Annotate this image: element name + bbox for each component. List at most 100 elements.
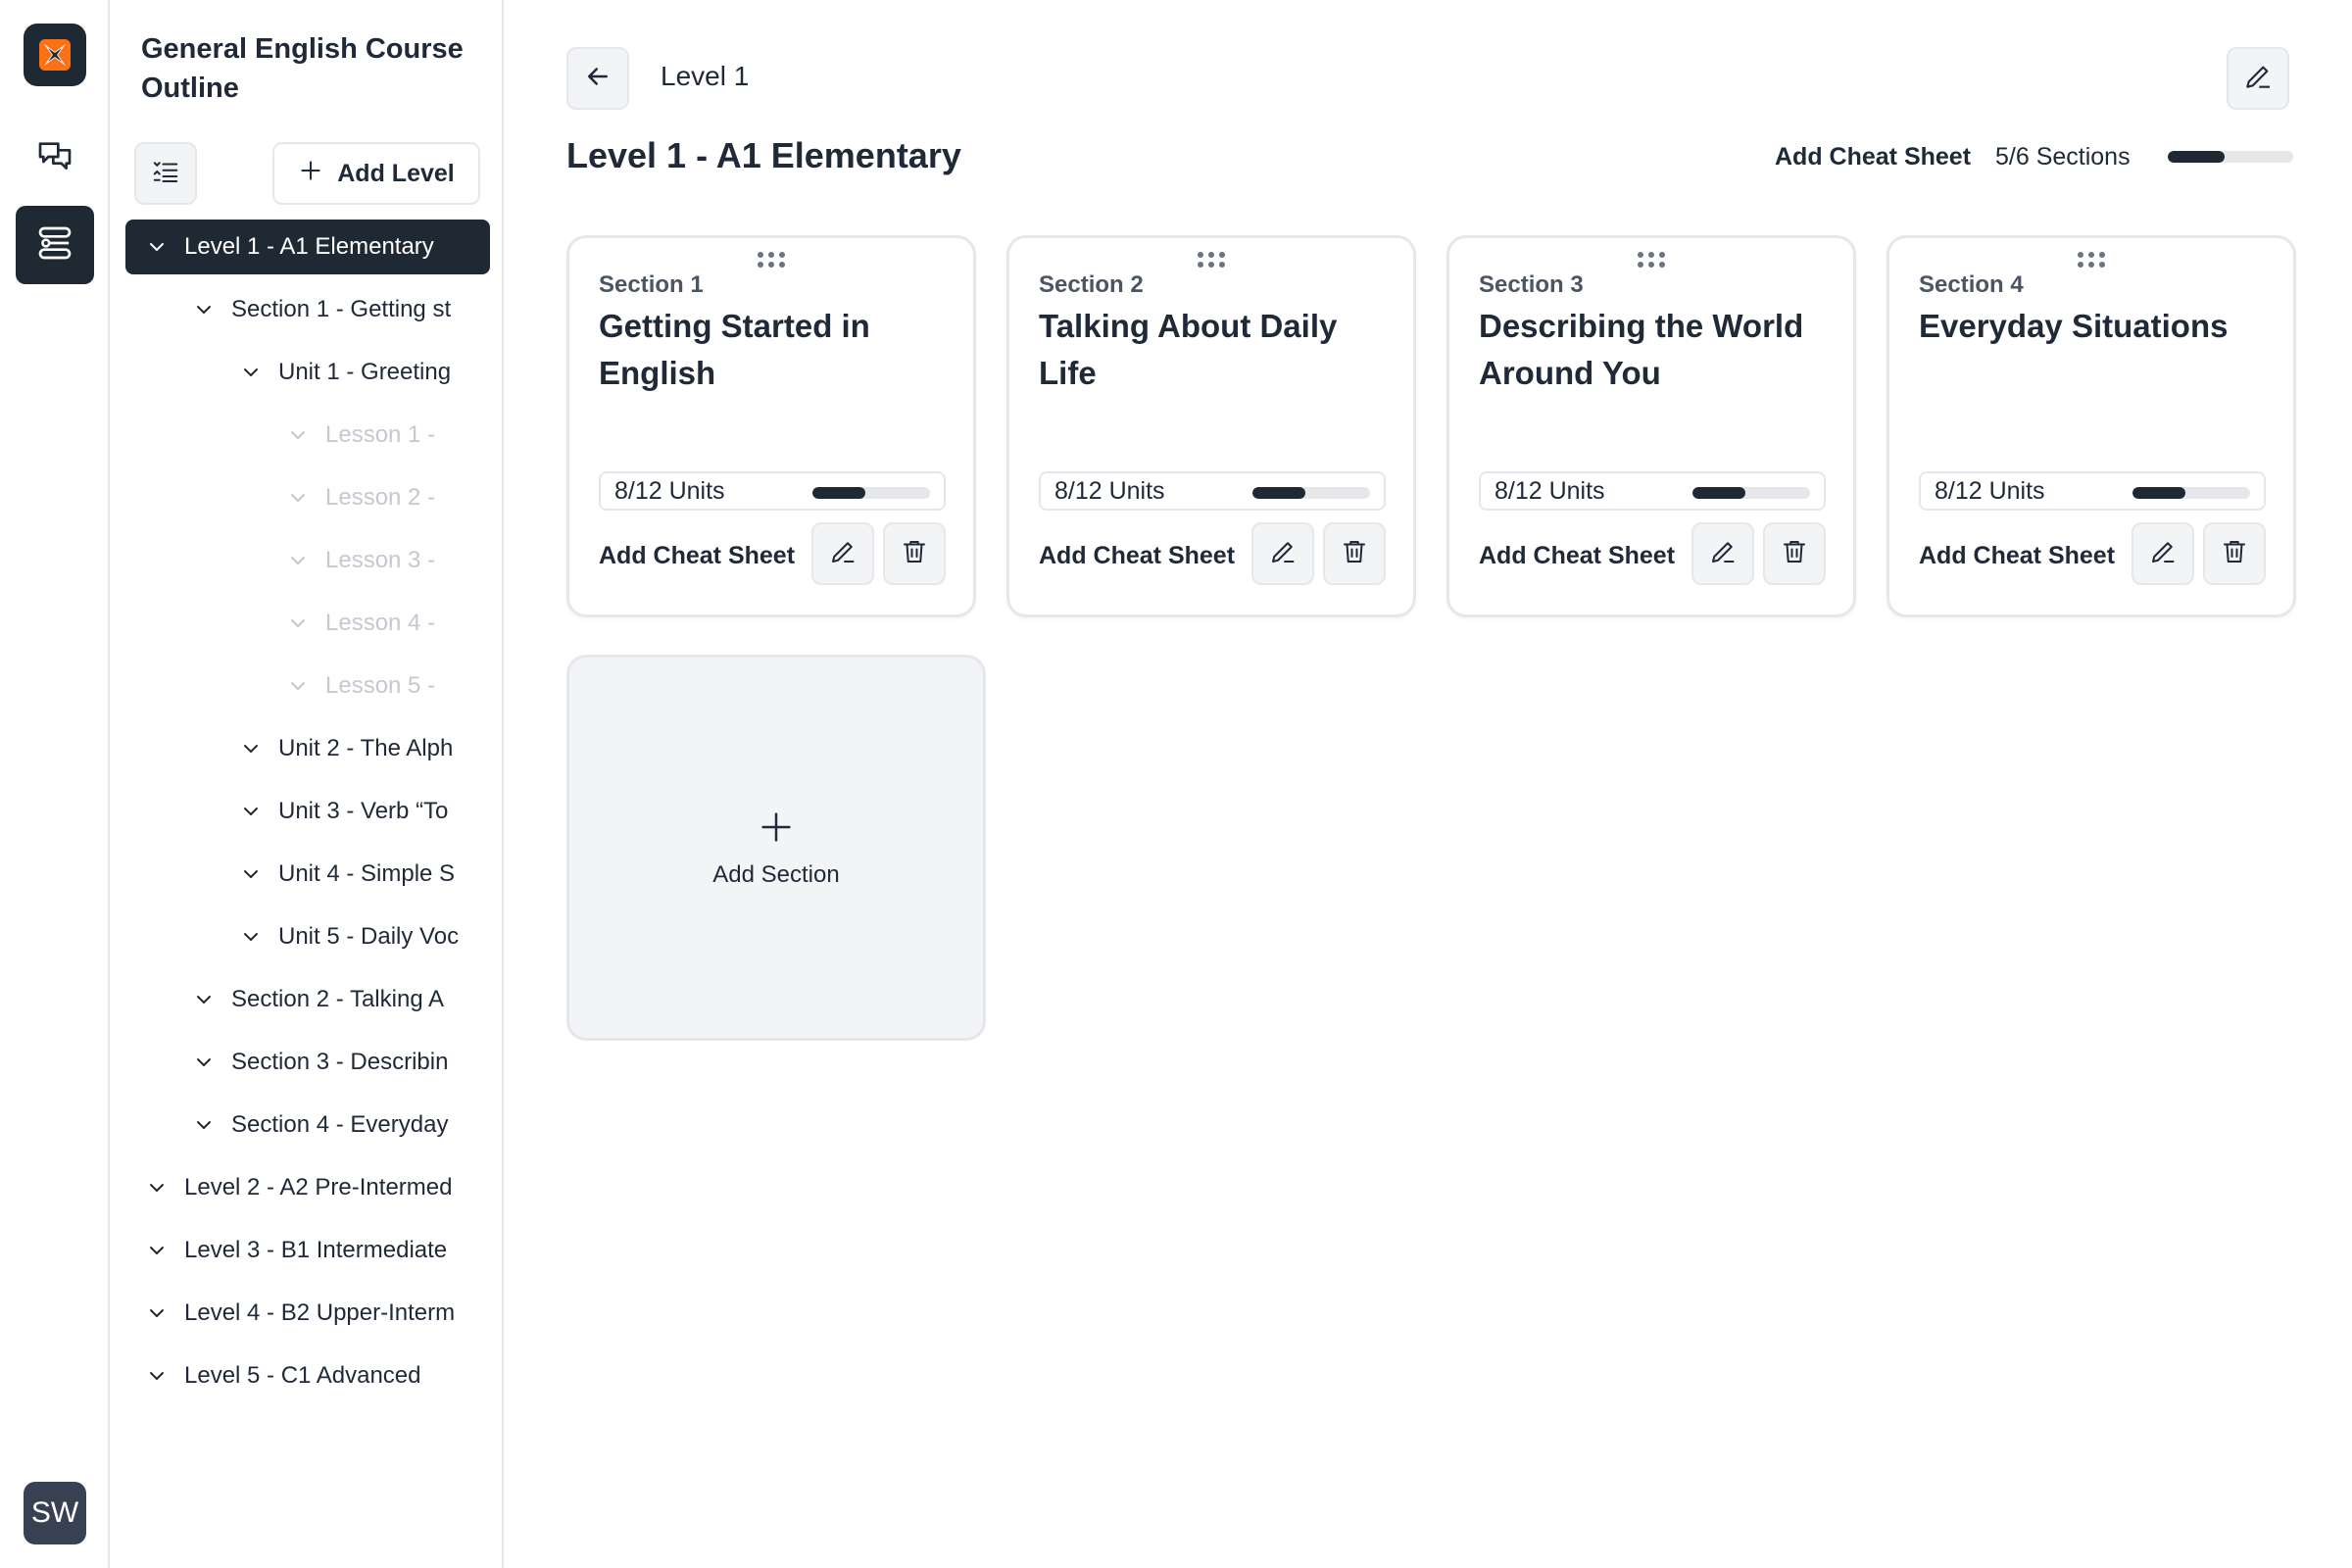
chevron-down-icon[interactable] [239,925,263,949]
add-section-card[interactable]: Add Section [566,655,986,1041]
edit-section-button[interactable] [811,522,874,585]
add-cheat-sheet-link[interactable]: Add Cheat Sheet [599,542,795,570]
tree-item-label: Level 5 - C1 Advanced [184,1362,421,1389]
tree-item-label: Lesson 5 - [325,672,436,699]
tree-item[interactable]: Level 4 - B2 Upper-Interm [125,1286,490,1341]
chevron-down-icon[interactable] [239,800,263,823]
add-level-button[interactable]: Add Level [272,142,480,205]
tree-item[interactable]: Level 5 - C1 Advanced [125,1348,490,1403]
section-card[interactable]: Section 1 Getting Started in English 8/12 … [566,235,976,617]
chevron-down-icon[interactable] [192,298,216,321]
tree-item[interactable]: Level 1 - A1 Elementary [125,220,490,274]
units-progress: 8/12 Units [599,471,946,511]
drag-handle-icon[interactable] [1198,252,1225,268]
chevron-down-icon[interactable] [239,361,263,384]
add-level-label: Add Level [337,159,455,187]
tree-item[interactable]: Section 2 - Talking A [125,972,490,1027]
chevron-down-icon[interactable] [145,1239,169,1262]
tree-item-label: Section 2 - Talking A [231,986,445,1012]
course-nav-button[interactable] [16,206,94,284]
section-title: Getting Started in English [599,308,870,391]
tree-item[interactable]: Unit 5 - Daily Voc [125,909,490,964]
chevron-down-icon[interactable] [192,1051,216,1074]
tree-item[interactable]: Lesson 3 - [125,533,490,588]
section-number: Section 3 [1479,271,1584,298]
chevron-down-icon[interactable] [145,235,169,259]
delete-section-button[interactable] [2203,522,2266,585]
pencil-icon [828,537,858,571]
chevron-down-icon[interactable] [286,549,310,572]
chevron-down-icon[interactable] [286,423,310,447]
edit-level-button[interactable] [2227,47,2289,110]
section-card[interactable]: Section 3 Describing the World Around You… [1446,235,1856,617]
drag-handle-icon[interactable] [2078,252,2105,268]
tree-item-label: Lesson 4 - [325,610,436,636]
tree-item[interactable]: Section 1 - Getting st [125,282,490,337]
tree-item-label: Level 4 - B2 Upper-Interm [184,1299,456,1326]
tree-item-label: Lesson 2 - [325,484,436,511]
tree-item[interactable]: Level 3 - B1 Intermediate [125,1223,490,1278]
units-progress-bar [812,487,930,499]
section-title: Describing the World Around You [1479,308,1804,391]
add-cheat-sheet-link[interactable]: Add Cheat Sheet [1919,542,2115,570]
delete-section-button[interactable] [883,522,946,585]
chevron-down-icon[interactable] [286,612,310,635]
tree-item-label: Level 3 - B1 Intermediate [184,1237,448,1263]
back-button[interactable] [566,47,629,110]
tree-item[interactable]: Level 2 - A2 Pre-Intermed [125,1160,490,1215]
chat-nav-button[interactable] [16,120,94,198]
chevron-down-icon[interactable] [145,1301,169,1325]
app-logo[interactable] [24,24,86,86]
tree-item[interactable]: Section 4 - Everyday [125,1098,490,1152]
tree-item-label: Unit 3 - Verb “To [278,798,449,824]
workflow-icon [35,223,74,268]
section-card[interactable]: Section 2 Talking About Daily Life 8/12 Un… [1006,235,1416,617]
tree-item[interactable]: Unit 4 - Simple S [125,847,490,902]
chevron-down-icon[interactable] [145,1176,169,1200]
add-cheat-sheet-link[interactable]: Add Cheat Sheet [1479,542,1675,570]
chevron-down-icon[interactable] [239,737,263,760]
section-number: Section 4 [1919,271,2024,298]
tree-item-label: Unit 2 - The Alph [278,735,454,761]
chevron-down-icon[interactable] [192,1113,216,1137]
arrow-left-icon [583,62,612,96]
list-collapse-icon [151,157,180,191]
section-card[interactable]: Section 4 Everyday Situations 8/12 Units Ad… [1886,235,2296,617]
tree-item[interactable]: Unit 3 - Verb “To [125,784,490,839]
app-rail: SW [0,0,110,1568]
avatar[interactable]: SW [24,1482,86,1544]
delete-section-button[interactable] [1763,522,1826,585]
pencil-icon [2242,61,2274,97]
tree-item-label: Level 1 - A1 Elementary [184,233,434,260]
tree-item[interactable]: Unit 1 - Greeting [125,345,490,400]
tree-item[interactable]: Lesson 1 - [125,408,490,463]
section-title: Talking About Daily Life [1039,308,1338,391]
units-label: 8/12 Units [1935,476,2045,505]
edit-section-button[interactable] [1251,522,1314,585]
plus-icon [298,158,323,190]
chevron-down-icon[interactable] [145,1364,169,1388]
tree-item[interactable]: Lesson 5 - [125,659,490,713]
tree-item[interactable]: Section 3 - Describin [125,1035,490,1090]
outline-tree: Level 1 - A1 Elementary Section 1 - Getti… [125,220,490,1411]
drag-handle-icon[interactable] [758,252,785,268]
edit-section-button[interactable] [2132,522,2194,585]
drag-handle-icon[interactable] [1638,252,1665,268]
tree-item-label: Lesson 1 - [325,421,436,448]
collapse-all-button[interactable] [134,142,197,205]
units-label: 8/12 Units [1054,476,1165,505]
tree-item[interactable]: Lesson 2 - [125,470,490,525]
tree-item[interactable]: Lesson 4 - [125,596,490,651]
chevron-down-icon[interactable] [239,862,263,886]
chat-icon [35,137,74,181]
add-cheat-sheet-link[interactable]: Add Cheat Sheet [1039,542,1235,570]
tree-item-label: Unit 5 - Daily Voc [278,923,460,950]
chevron-down-icon[interactable] [286,674,310,698]
tree-item[interactable]: Unit 2 - The Alph [125,721,490,776]
chevron-down-icon[interactable] [286,486,310,510]
add-cheat-sheet-link[interactable]: Add Cheat Sheet [1775,143,1971,172]
edit-section-button[interactable] [1691,522,1754,585]
units-progress: 8/12 Units [1479,471,1826,511]
chevron-down-icon[interactable] [192,988,216,1011]
delete-section-button[interactable] [1323,522,1386,585]
